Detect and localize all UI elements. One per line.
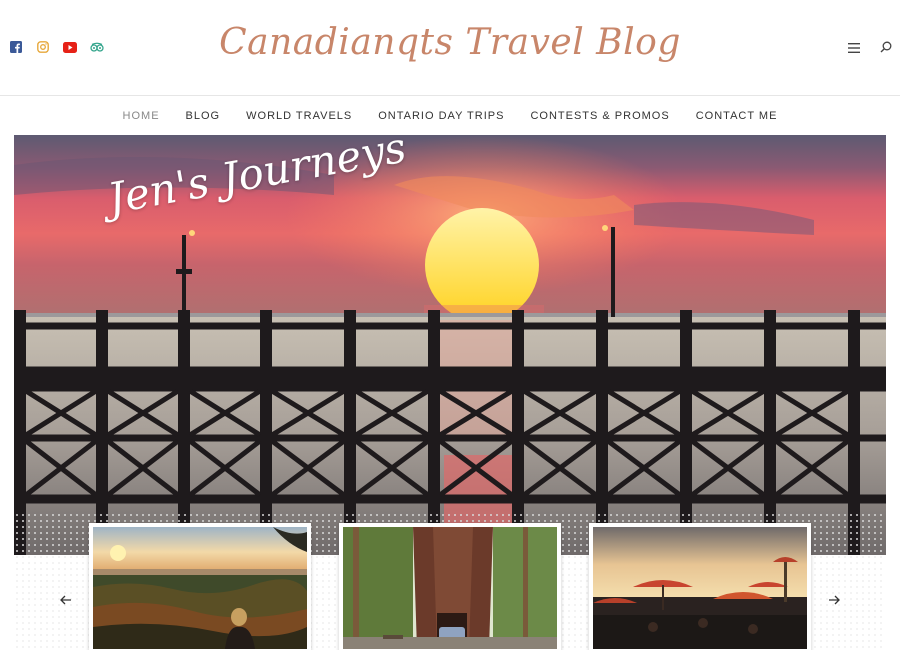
arrow-left-icon[interactable] — [56, 592, 76, 608]
header-actions — [848, 40, 892, 58]
nav-ontario-day-trips[interactable]: ONTARIO DAY TRIPS — [378, 110, 504, 122]
nav-home[interactable]: HOME — [123, 110, 160, 122]
nav-contact-me[interactable]: CONTACT ME — [696, 110, 778, 122]
nav-contests-promos[interactable]: CONTESTS & PROMOS — [530, 110, 669, 122]
hero-banner: Jen's Journeys — [14, 135, 886, 555]
search-icon[interactable] — [880, 40, 892, 58]
nav-blog[interactable]: BLOG — [186, 110, 221, 122]
carousel-slide[interactable] — [89, 523, 311, 650]
menu-icon[interactable] — [848, 40, 860, 58]
slide-image-redwood-tree — [343, 527, 557, 649]
arrow-right-icon[interactable] — [824, 592, 844, 608]
site-title[interactable]: Canadianqts Travel Blog — [0, 22, 900, 63]
nav-world-travels[interactable]: WORLD TRAVELS — [246, 110, 352, 122]
slide-image-beach-umbrellas — [593, 527, 807, 649]
carousel-slide[interactable] — [589, 523, 811, 650]
carousel-slide[interactable] — [339, 523, 561, 650]
slide-image-sunset-forest — [93, 527, 307, 649]
main-nav: HOME BLOG WORLD TRAVELS ONTARIO DAY TRIP… — [0, 97, 900, 135]
site-header: Canadianqts Travel Blog — [0, 0, 900, 96]
featured-carousel — [14, 512, 886, 650]
